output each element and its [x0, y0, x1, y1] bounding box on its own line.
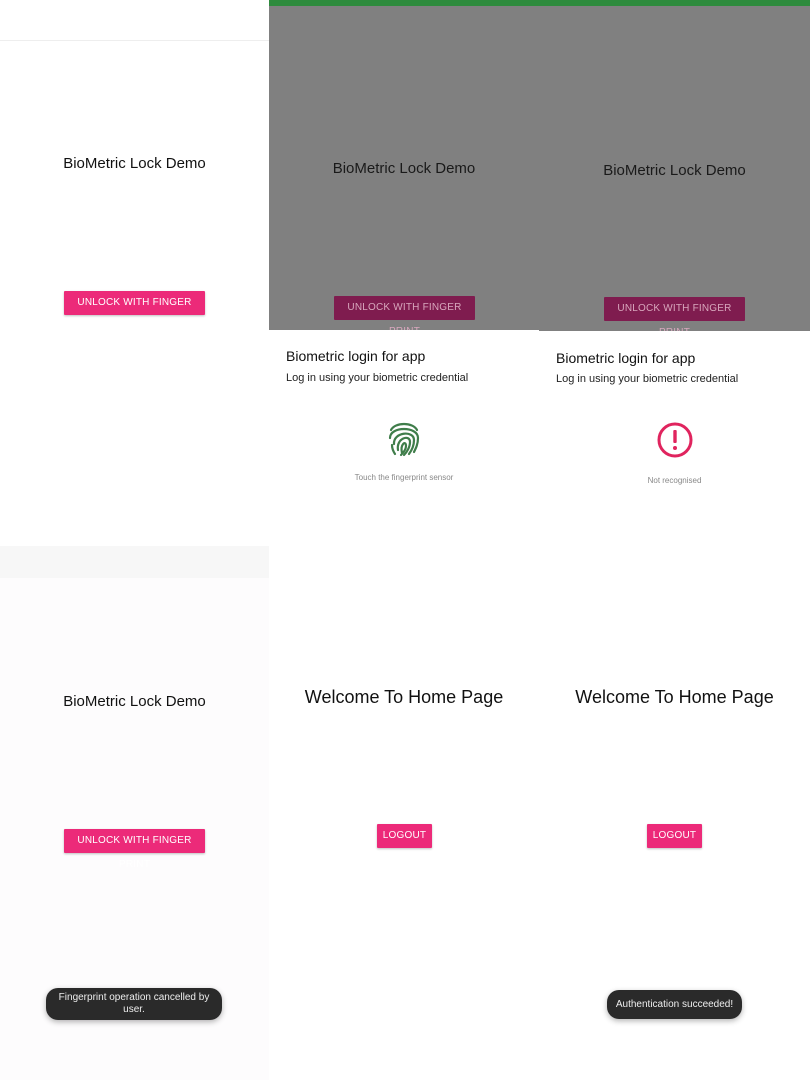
dialog-status-message: Not recognised	[647, 476, 702, 485]
logout-button[interactable]: LOGOUT	[647, 824, 702, 848]
toast-message: Fingerprint operation cancelled by user.	[46, 988, 222, 1020]
unlock-fingerprint-button[interactable]: UNLOCK WITH FINGER PRINT	[604, 297, 745, 338]
panel-home-success: Welcome To Home Page LOGOUT Authenticati…	[539, 578, 810, 1080]
error-icon	[656, 421, 694, 459]
page-title: Welcome To Home Page	[304, 687, 504, 707]
page-title: BioMetric Lock Demo	[332, 160, 476, 177]
panel-biometric-error: BioMetric Lock Demo UNLOCK WITH FINGER P…	[539, 0, 810, 578]
dialog-subtitle: Log in using your biometric credential	[556, 373, 739, 385]
dialog-subtitle: Log in using your biometric credential	[286, 372, 469, 384]
panel-login-idle: BioMetric Lock Demo UNLOCK WITH FINGER P…	[0, 0, 269, 578]
status-bar	[269, 0, 539, 6]
fingerprint-icon[interactable]	[386, 418, 422, 458]
toast-message: Authentication succeeded!	[607, 990, 742, 1019]
biometric-dialog: Biometric login for app Log in using you…	[539, 331, 810, 578]
page-title: BioMetric Lock Demo	[63, 693, 206, 710]
unlock-fingerprint-button[interactable]: UNLOCK WITH FINGER PRINT	[334, 296, 475, 337]
status-bar	[539, 0, 810, 6]
biometric-dialog: Biometric login for app Log in using you…	[269, 330, 539, 578]
unlock-fingerprint-button[interactable]: UNLOCK WITH FINGER PRINT	[64, 829, 205, 870]
panel-biometric-prompt: BioMetric Lock Demo UNLOCK WITH FINGER P…	[269, 0, 539, 578]
page-title: BioMetric Lock Demo	[603, 162, 746, 179]
page-title: Welcome To Home Page	[575, 687, 774, 707]
panel-login-cancelled: BioMetric Lock Demo UNLOCK WITH FINGER P…	[0, 578, 269, 1080]
dialog-title: Biometric login for app	[556, 350, 696, 366]
page-title: BioMetric Lock Demo	[63, 155, 206, 172]
panel-home: Welcome To Home Page LOGOUT	[269, 578, 539, 1080]
dialog-title: Biometric login for app	[286, 348, 426, 364]
dialog-status-message: Touch the fingerprint sensor	[354, 473, 454, 482]
bottom-divider	[0, 546, 269, 578]
unlock-fingerprint-button[interactable]: UNLOCK WITH FINGER PRINT	[64, 291, 205, 332]
top-divider	[0, 40, 269, 41]
logout-button[interactable]: LOGOUT	[377, 824, 432, 848]
